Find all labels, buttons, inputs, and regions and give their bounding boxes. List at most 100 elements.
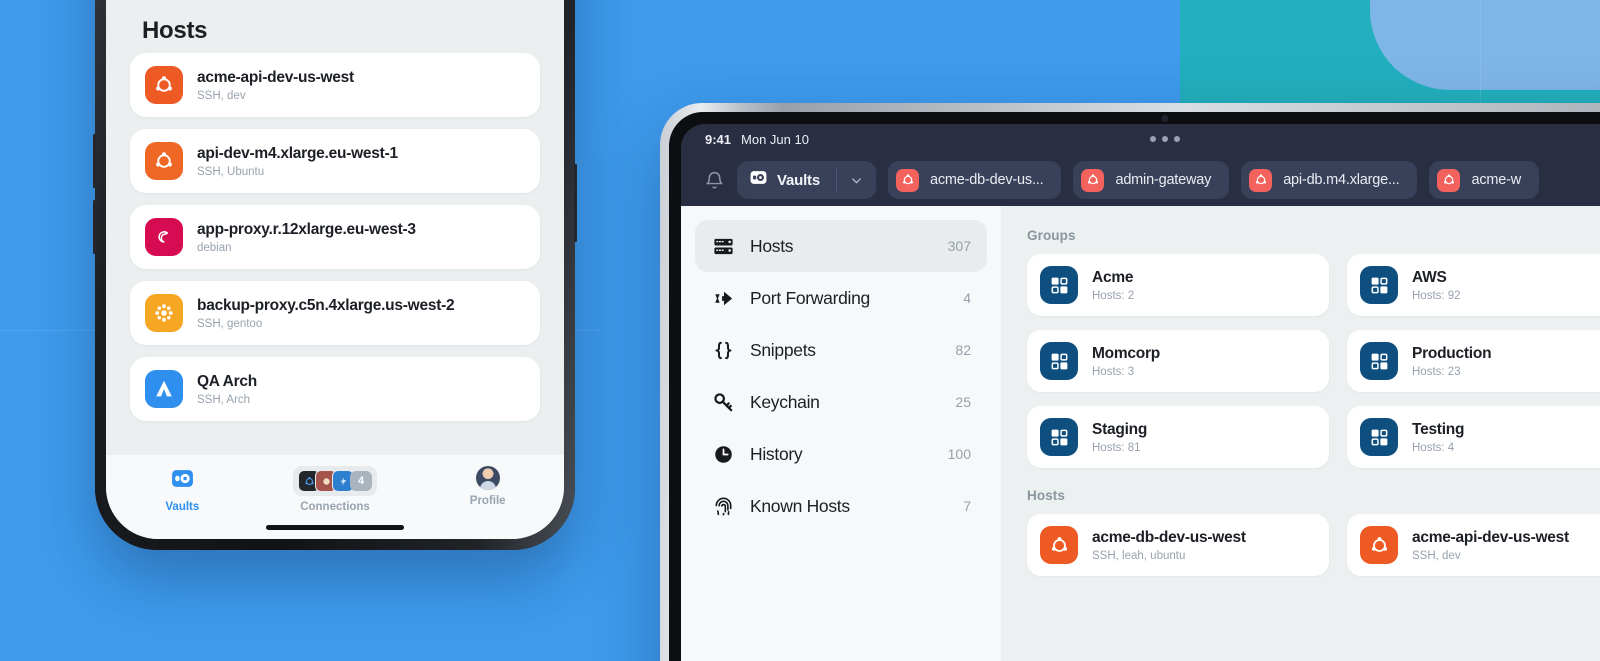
sidebar-item-count: 307 [947, 238, 971, 254]
sidebar-item-history[interactable]: History 100 [695, 428, 987, 480]
ubuntu-icon [145, 142, 183, 180]
server-icon [711, 234, 735, 258]
group-card[interactable]: Staging Hosts: 81 [1027, 406, 1329, 468]
host-subtitle: SSH, Arch [197, 393, 251, 406]
sidebar-item-label: Keychain [750, 391, 820, 412]
card-subtitle: Hosts: 92 [1412, 289, 1461, 302]
bell-icon[interactable] [695, 161, 733, 199]
card-title: Testing [1412, 420, 1465, 438]
sidebar-item-snippets[interactable]: Snippets 82 [695, 324, 987, 376]
ubuntu-icon [1081, 168, 1105, 192]
tablet-status-bar: 9:41 Mon Jun 10 [681, 124, 1600, 154]
phone-volume-up-button[interactable] [93, 134, 96, 188]
card-title: AWS [1412, 268, 1447, 286]
ubuntu-icon [1249, 168, 1273, 192]
host-card[interactable]: acme-api-dev-us-west SSH, dev [1347, 514, 1600, 576]
session-tab[interactable]: acme-w [1429, 161, 1540, 199]
fingerprint-icon [711, 494, 735, 518]
phone-tab-vaults[interactable]: Vaults [106, 466, 259, 513]
tablet-camera [1161, 115, 1169, 122]
ubuntu-icon [896, 168, 919, 192]
tablet-screen: 9:41 Mon Jun 10 Vaults acme-db-dev-us...… [681, 124, 1600, 661]
group-icon [1360, 418, 1398, 456]
sidebar-item-label: Known Hosts [750, 495, 850, 516]
card-subtitle: Hosts: 23 [1412, 365, 1461, 378]
host-subtitle: SSH, gentoo [197, 317, 263, 330]
tablet-toolbar: Vaults acme-db-dev-us... admin-gateway a… [681, 154, 1600, 206]
sidebar-item-port-forwarding[interactable]: Port Forwarding 4 [695, 272, 987, 324]
vault-icon [749, 168, 768, 192]
sidebar-item-keychain[interactable]: Keychain 25 [695, 376, 987, 428]
list-item[interactable]: acme-api-dev-us-west SSH, dev [130, 53, 540, 117]
list-item[interactable]: app-proxy.r.12xlarge.eu-west-3 debian [130, 205, 540, 269]
group-card[interactable]: Testing Hosts: 4 [1347, 406, 1600, 468]
host-name: api-dev-m4.xlarge.eu-west-1 [197, 144, 398, 162]
group-icon [1360, 266, 1398, 304]
list-item[interactable]: QA Arch SSH, Arch [130, 357, 540, 421]
sidebar-item-count: 25 [955, 394, 971, 410]
group-icon [1040, 266, 1078, 304]
arch-icon [145, 370, 183, 408]
ubuntu-icon [145, 66, 183, 104]
phone-power-button[interactable] [574, 164, 577, 242]
phone-volume-down-button[interactable] [93, 200, 96, 254]
host-name: app-proxy.r.12xlarge.eu-west-3 [197, 220, 416, 238]
group-card[interactable]: Acme Hosts: 2 [1027, 254, 1329, 316]
card-title: Staging [1092, 420, 1148, 438]
avatar [475, 466, 500, 490]
group-card[interactable]: Momcorp Hosts: 3 [1027, 330, 1329, 392]
session-tab-label: api-db.m4.xlarge... [1283, 172, 1400, 188]
host-subtitle: SSH, Ubuntu [197, 165, 265, 178]
screenshot-canvas: Hosts acme-api-dev-us-west SSH, dev api-… [0, 0, 1600, 661]
list-item[interactable]: api-dev-m4.xlarge.eu-west-1 SSH, Ubuntu [130, 129, 540, 193]
dot [1162, 136, 1168, 142]
forward-icon [711, 286, 735, 310]
tablet-session-tabs: acme-db-dev-us... admin-gateway api-db.m… [876, 161, 1540, 199]
braces-icon [711, 338, 735, 362]
group-card[interactable]: Production Hosts: 23 [1347, 330, 1600, 392]
vaults-selector-main[interactable]: Vaults [737, 161, 836, 199]
more-dots-icon[interactable] [1150, 136, 1180, 142]
host-subtitle: debian [197, 241, 232, 254]
card-title: Production [1412, 344, 1492, 362]
card-title: acme-api-dev-us-west [1412, 528, 1569, 546]
phone-tab-connections[interactable]: 4 Connections [259, 466, 412, 513]
vault-icon [170, 466, 195, 496]
list-item[interactable]: backup-proxy.c5n.4xlarge.us-west-2 SSH, … [130, 281, 540, 345]
status-time: 9:41 [705, 131, 732, 147]
sidebar-item-count: 7 [963, 498, 971, 514]
sidebar-item-count: 100 [947, 446, 971, 462]
card-title: acme-db-dev-us-west [1092, 528, 1246, 546]
sidebar-item-hosts[interactable]: Hosts 307 [695, 220, 987, 272]
host-card[interactable]: acme-db-dev-us-west SSH, leah, ubuntu [1027, 514, 1329, 576]
chevron-down-icon[interactable] [837, 174, 876, 187]
sidebar-item-count: 4 [963, 290, 971, 306]
card-subtitle: Hosts: 3 [1092, 365, 1135, 378]
vaults-selector[interactable]: Vaults [737, 161, 876, 199]
key-icon [711, 390, 735, 414]
sidebar-item-known-hosts[interactable]: Known Hosts 7 [695, 480, 987, 532]
ubuntu-icon [1040, 526, 1078, 564]
sidebar: Hosts 307 Port Forwarding 4 Snippets 82 … [681, 206, 1001, 661]
sidebar-item-count: 82 [955, 342, 971, 358]
groups-section-title: Groups [1027, 228, 1076, 243]
phone-tab-label: Vaults [165, 501, 200, 513]
hosts-grid: acme-db-dev-us-west SSH, leah, ubuntu ac… [1027, 514, 1600, 576]
dot [1174, 136, 1180, 142]
ubuntu-icon [1437, 168, 1461, 192]
session-tab[interactable]: api-db.m4.xlarge... [1241, 161, 1418, 199]
status-date: Mon Jun 10 [741, 131, 809, 147]
dot [1150, 136, 1156, 142]
phone-tab-profile[interactable]: Profile [411, 466, 564, 507]
session-tab[interactable]: admin-gateway [1073, 161, 1230, 199]
host-subtitle: SSH, dev [197, 89, 246, 102]
card-subtitle: SSH, leah, ubuntu [1092, 549, 1186, 562]
session-tab-label: acme-w [1471, 172, 1522, 188]
session-tab[interactable]: acme-db-dev-us... [888, 161, 1062, 199]
group-icon [1360, 342, 1398, 380]
phone-hosts-list: acme-api-dev-us-west SSH, dev api-dev-m4… [130, 53, 540, 433]
sidebar-item-label: Hosts [750, 235, 794, 256]
ubuntu-icon [1360, 526, 1398, 564]
connections-count-badge: 4 [350, 471, 372, 491]
group-card[interactable]: AWS Hosts: 92 [1347, 254, 1600, 316]
